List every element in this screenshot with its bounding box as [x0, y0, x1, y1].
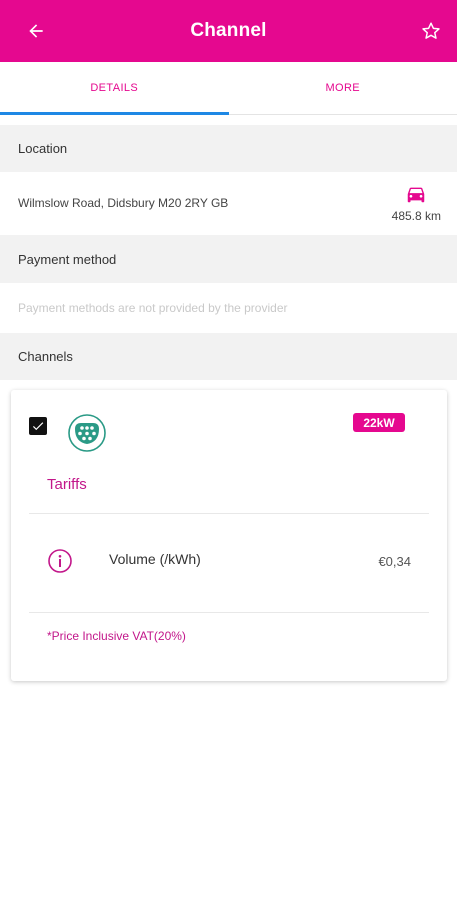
location-header: Location: [0, 125, 457, 172]
payment-row: Payment methods are not provided by the …: [0, 283, 457, 332]
tab-bar: DETAILS MORE: [0, 62, 457, 115]
page-title: Channel: [190, 20, 267, 41]
back-button[interactable]: [22, 17, 50, 45]
tariffs-title: Tariffs: [47, 476, 87, 493]
tariff-price: €0,34: [378, 554, 411, 569]
vat-note: *Price Inclusive VAT(20%): [47, 629, 186, 643]
payment-header: Payment method: [0, 235, 457, 283]
tariff-label: Volume (/kWh): [109, 551, 201, 567]
star-outline-icon: [422, 22, 440, 39]
location-address: Wilmslow Road, Didsbury M20 2RY GB: [18, 196, 229, 210]
arrow-left-icon: [29, 24, 43, 38]
tab-details[interactable]: DETAILS: [0, 62, 229, 115]
car-icon: [408, 187, 425, 203]
tab-more[interactable]: MORE: [229, 62, 457, 114]
divider: [29, 612, 429, 613]
type2-connector-icon: [68, 414, 106, 452]
distance-block: 485.8 km: [392, 172, 441, 234]
info-icon[interactable]: [47, 548, 73, 574]
location-row[interactable]: Wilmslow Road, Didsbury M20 2RY GB 485.8…: [0, 172, 457, 234]
app-bar: Channel: [0, 0, 457, 62]
distance-value: 485.8 km: [391, 209, 441, 223]
power-badge: 22kW: [353, 413, 405, 432]
payment-message: Payment methods are not provided by the …: [18, 300, 288, 315]
channel-checkbox[interactable]: [29, 417, 47, 435]
divider: [29, 513, 429, 514]
check-icon: [32, 422, 44, 431]
channel-card: 22kW Tariffs Volume (/kWh) €0,34 *Price …: [11, 390, 447, 681]
favorite-button[interactable]: [417, 17, 445, 45]
channels-header: Channels: [0, 333, 457, 380]
